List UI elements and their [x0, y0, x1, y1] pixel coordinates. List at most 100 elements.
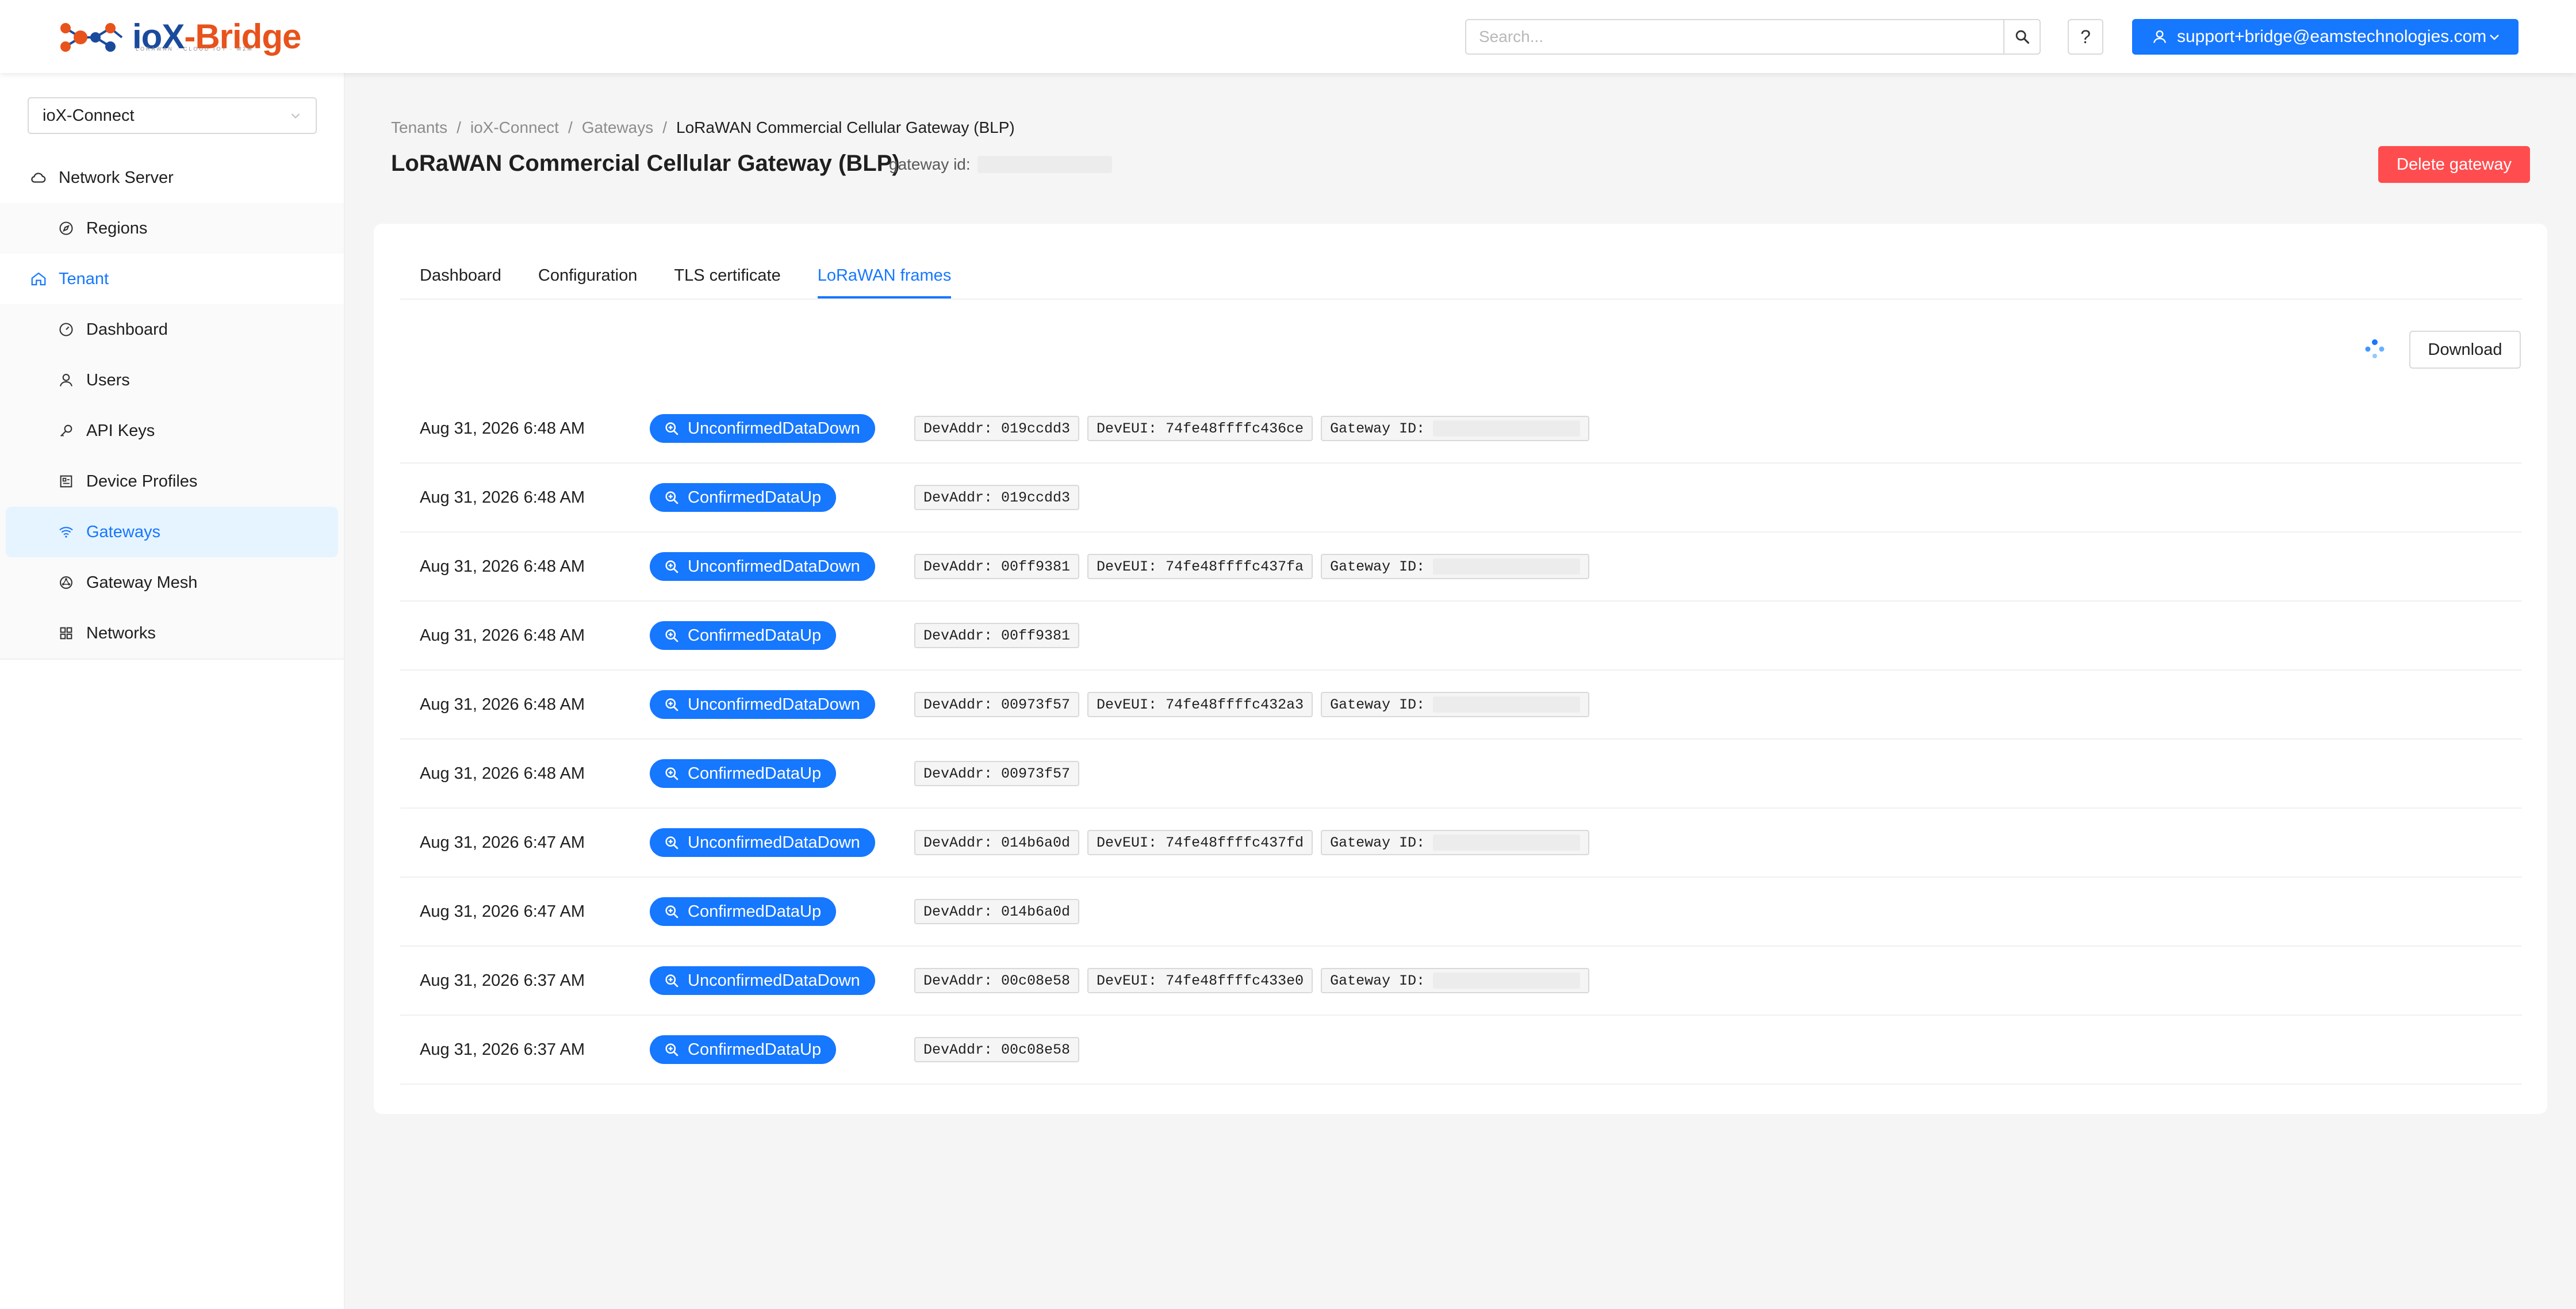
- dev-addr-code-text: DevAddr: 019ccdd3: [923, 420, 1071, 437]
- frame-type-tag[interactable]: UnconfirmedDataDown: [650, 966, 875, 995]
- dashboard-icon: [57, 321, 75, 338]
- frame-time: Aug 31, 2026 6:47 AM: [420, 902, 585, 921]
- network-server-submenu: Regions: [0, 203, 344, 254]
- frame-codes: DevAddr: 00ff9381 DevEUI: 74fe48ffffc437f…: [914, 554, 1590, 579]
- sidebar-item-dashboard[interactable]: Dashboard: [0, 304, 344, 355]
- mesh-icon: [57, 574, 75, 591]
- frame-codes: DevAddr: 019ccdd3: [914, 485, 1080, 510]
- frame-codes: DevAddr: 00ff9381: [914, 623, 1080, 648]
- frame-time: Aug 31, 2026 6:37 AM: [420, 971, 585, 990]
- frame-type-label: UnconfirmedDataDown: [688, 419, 860, 438]
- sidebar-item-label: Users: [86, 370, 130, 389]
- help-button[interactable]: ?: [2068, 19, 2103, 55]
- search-button[interactable]: [2003, 19, 2041, 55]
- sidebar-item-networks[interactable]: Networks: [0, 608, 344, 659]
- sidebar: ioX-Connect Network Server Regions Tenan…: [0, 73, 345, 1309]
- gateway-id-code-text: Gateway ID:: [1330, 696, 1425, 713]
- gateway-id-label: gateway id:: [889, 155, 971, 173]
- frame-type-tag[interactable]: UnconfirmedDataDown: [650, 414, 875, 443]
- sidebar-item-users[interactable]: Users: [0, 355, 344, 405]
- zoom-in-icon: [664, 420, 680, 437]
- frame-type-tag[interactable]: ConfirmedDataUp: [650, 759, 837, 788]
- cloud-icon: [30, 169, 47, 186]
- dev-addr-code: DevAddr: 00973f57: [914, 692, 1080, 717]
- sidebar-item-gateway-mesh[interactable]: Gateway Mesh: [0, 557, 344, 608]
- zoom-in-icon: [664, 558, 680, 575]
- frame-type-tag[interactable]: UnconfirmedDataDown: [650, 690, 875, 719]
- sidebar-item-gateways[interactable]: Gateways: [6, 507, 338, 557]
- dev-addr-code: DevAddr: 019ccdd3: [914, 485, 1080, 510]
- sidebar-item-tenant[interactable]: Tenant: [0, 254, 344, 304]
- search-input[interactable]: [1479, 28, 2003, 46]
- frame-row: Aug 31, 2026 6:48 AM ConfirmedDataUp DevAd…: [400, 740, 2522, 809]
- frame-type-tag[interactable]: UnconfirmedDataDown: [650, 552, 875, 581]
- dev-addr-code-text: DevAddr: 019ccdd3: [923, 489, 1071, 506]
- gateway-id-redacted: [1433, 835, 1581, 851]
- delete-gateway-button[interactable]: Delete gateway: [2378, 146, 2530, 183]
- frame-row: Aug 31, 2026 6:48 AM UnconfirmedDataDown D…: [400, 533, 2522, 602]
- frame-type-label: ConfirmedDataUp: [688, 1040, 822, 1059]
- dev-addr-code: DevAddr: 014b6a0d: [914, 830, 1080, 855]
- tab-lorawan-frames[interactable]: LoRaWAN frames: [817, 252, 951, 298]
- chevron-down-icon: [291, 113, 300, 119]
- user-email: support+bridge@eamstechnologies.com: [2177, 27, 2487, 46]
- tab-bar: Dashboard Configuration TLS certificate …: [420, 252, 988, 298]
- download-button[interactable]: Download: [2409, 331, 2521, 369]
- dev-addr-code-text: DevAddr: 014b6a0d: [923, 834, 1071, 851]
- frame-type-tag[interactable]: ConfirmedDataUp: [650, 897, 837, 926]
- home-icon: [30, 270, 47, 288]
- dev-eui-code: DevEUI: 74fe48ffffc433e0: [1087, 968, 1313, 993]
- tab-configuration[interactable]: Configuration: [538, 252, 638, 298]
- dev-addr-code-text: DevAddr: 00ff9381: [923, 627, 1071, 644]
- frame-row: Aug 31, 2026 6:48 AM UnconfirmedDataDown D…: [400, 671, 2522, 740]
- breadcrumb: Tenants / ioX-Connect / Gateways / LoRaW…: [391, 118, 1015, 137]
- user-icon: [2153, 30, 2167, 43]
- frame-type-label: UnconfirmedDataDown: [688, 971, 860, 990]
- frame-type-tag[interactable]: ConfirmedDataUp: [650, 621, 837, 650]
- breadcrumb-tenant[interactable]: ioX-Connect: [470, 118, 559, 137]
- frame-type-tag[interactable]: ConfirmedDataUp: [650, 483, 837, 512]
- breadcrumb-separator: /: [568, 118, 573, 136]
- dev-addr-code: DevAddr: 019ccdd3: [914, 416, 1080, 441]
- sidebar-item-label: Dashboard: [86, 320, 168, 339]
- frame-codes: DevAddr: 00973f57: [914, 761, 1080, 786]
- dev-eui-code: DevEUI: 74fe48ffffc436ce: [1087, 416, 1313, 441]
- user-icon: [57, 372, 75, 389]
- tab-divider: [400, 298, 2522, 300]
- sidebar-item-api-keys[interactable]: API Keys: [0, 405, 344, 456]
- sidebar-item-device-profiles[interactable]: Device Profiles: [0, 456, 344, 507]
- user-menu-button[interactable]: support+bridge@eamstechnologies.com: [2132, 19, 2518, 55]
- zoom-in-icon: [664, 904, 680, 920]
- gateway-id-redacted: [1433, 973, 1581, 989]
- search-box: [1465, 19, 2004, 55]
- frame-codes: DevAddr: 014b6a0d: [914, 899, 1080, 924]
- help-label: ?: [2080, 26, 2091, 47]
- app-logo[interactable]: ioX-Bridge: [57, 13, 301, 61]
- tenant-select-value: ioX-Connect: [43, 106, 135, 125]
- frame-type-tag[interactable]: UnconfirmedDataDown: [650, 828, 875, 857]
- frame-codes: DevAddr: 00c08e58 DevEUI: 74fe48ffffc433e…: [914, 968, 1590, 993]
- tenant-select[interactable]: ioX-Connect: [28, 97, 317, 134]
- breadcrumb-tenants[interactable]: Tenants: [391, 118, 447, 137]
- frame-type-label: UnconfirmedDataDown: [688, 833, 860, 852]
- tab-tls-certificate[interactable]: TLS certificate: [674, 252, 780, 298]
- frame-type-tag[interactable]: ConfirmedDataUp: [650, 1035, 837, 1064]
- key-icon: [57, 422, 75, 439]
- frame-time: Aug 31, 2026 6:48 AM: [420, 488, 585, 507]
- page-title: LoRaWAN Commercial Cellular Gateway (BLP…: [391, 151, 900, 176]
- zoom-in-icon: [664, 627, 680, 644]
- frame-row: Aug 31, 2026 6:48 AM UnconfirmedDataDown D…: [400, 395, 2522, 464]
- frame-time: Aug 31, 2026 6:48 AM: [420, 695, 585, 714]
- zoom-in-icon: [664, 766, 680, 782]
- tab-dashboard[interactable]: Dashboard: [420, 252, 501, 298]
- zoom-in-icon: [664, 835, 680, 851]
- logo-subtitle: LORAWAN · CLOUD IOT · M2M: [136, 46, 254, 52]
- frame-time: Aug 31, 2026 6:37 AM: [420, 1040, 585, 1059]
- sidebar-item-regions[interactable]: Regions: [0, 203, 344, 254]
- sidebar-item-network-server[interactable]: Network Server: [0, 152, 344, 203]
- dev-addr-code-text: DevAddr: 014b6a0d: [923, 903, 1071, 920]
- frames-list: Aug 31, 2026 6:48 AM UnconfirmedDataDown D…: [400, 395, 2522, 1085]
- gateway-id-code-text: Gateway ID:: [1330, 420, 1425, 437]
- breadcrumb-gateways[interactable]: Gateways: [582, 118, 654, 137]
- dev-addr-code-text: DevAddr: 00973f57: [923, 765, 1071, 782]
